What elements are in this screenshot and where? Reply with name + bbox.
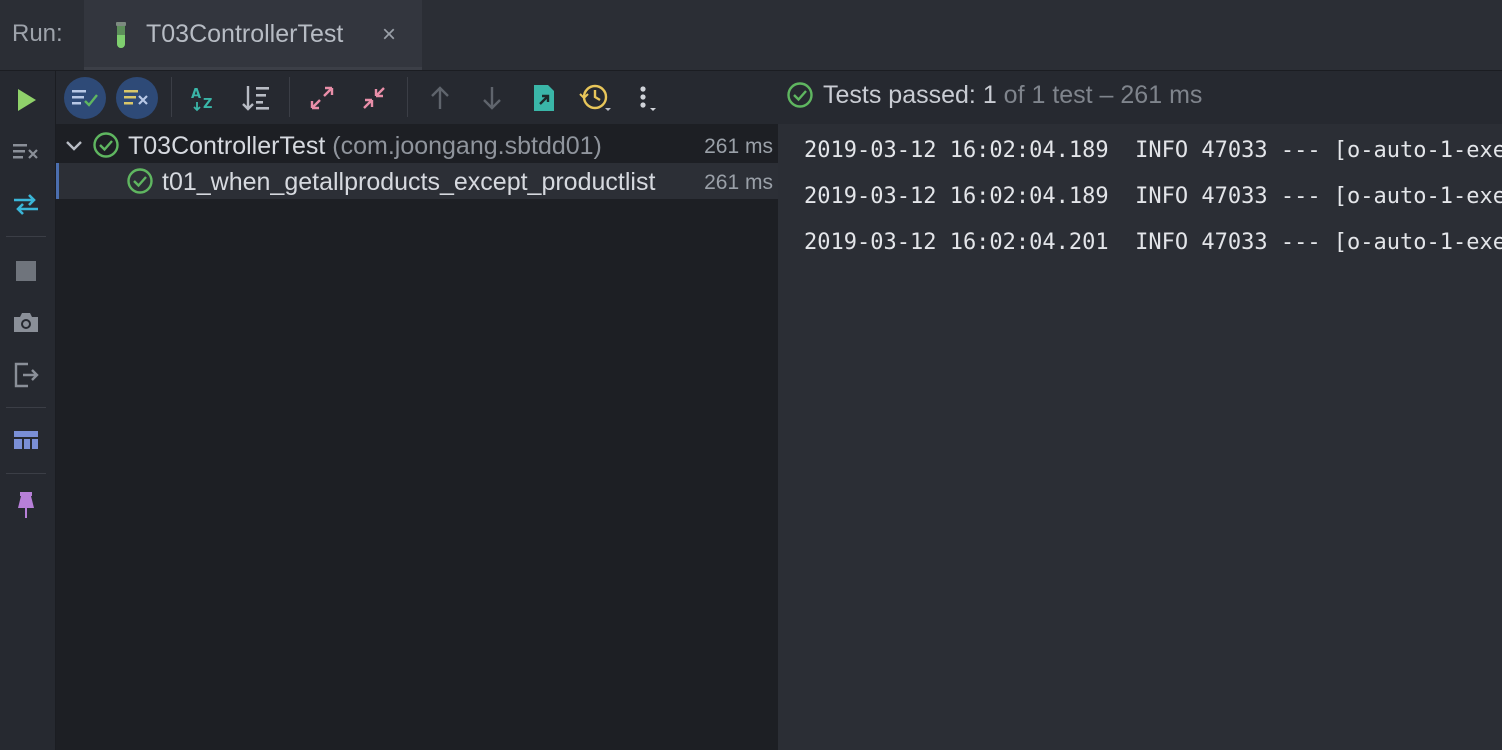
- rerun-failed-icon[interactable]: [11, 137, 41, 167]
- root-test-package: (com.joongang.sbtdd01): [332, 132, 602, 160]
- test-tree-toolbar: A Z: [56, 71, 778, 124]
- root-test-name: T03ControllerTest: [128, 132, 326, 160]
- tree-row-root[interactable]: T03ControllerTest (com.joongang.sbtdd01)…: [56, 127, 778, 163]
- passed-label: Tests passed:: [823, 81, 976, 109]
- test-tube-icon: [116, 22, 126, 48]
- toggle-auto-test-icon[interactable]: [11, 189, 41, 219]
- sort-alpha-icon[interactable]: A Z: [183, 77, 225, 119]
- pin-icon[interactable]: [11, 490, 41, 520]
- camera-icon[interactable]: [11, 307, 41, 337]
- run-tool-window-header: Run: T03ControllerTest ×: [0, 0, 1502, 71]
- test-tree: T03ControllerTest (com.joongang.sbtdd01)…: [56, 124, 778, 750]
- tab-title: T03ControllerTest: [146, 20, 344, 48]
- test-passed-icon: [93, 132, 119, 158]
- console-line: 2019-03-12 16:02:04.189 INFO 47033 --- […: [804, 184, 1502, 209]
- test-passed-icon: [127, 168, 153, 194]
- collapse-all-icon[interactable]: [353, 77, 395, 119]
- passed-total: of 1 test – 261 ms: [1003, 81, 1203, 109]
- console-output[interactable]: 2019-03-12 16:02:04.189 INFO 47033 --- […: [778, 124, 1502, 750]
- close-icon[interactable]: ×: [382, 22, 396, 48]
- svg-text:A: A: [191, 87, 201, 102]
- console-line: 2019-03-12 16:02:04.189 INFO 47033 --- […: [804, 138, 1502, 163]
- export-icon[interactable]: [523, 77, 565, 119]
- show-ignored-icon[interactable]: [116, 77, 158, 119]
- chevron-down-icon[interactable]: [65, 139, 83, 153]
- expand-all-icon[interactable]: [301, 77, 343, 119]
- test-method-name: t01_when_getallproducts_except_productli…: [162, 168, 656, 196]
- tab-t03controllertest[interactable]: T03ControllerTest ×: [84, 0, 422, 70]
- svg-text:Z: Z: [203, 97, 212, 112]
- root-test-time: 261 ms: [700, 135, 773, 159]
- passed-count: 1: [982, 81, 997, 109]
- more-icon[interactable]: [627, 77, 669, 119]
- left-toolbar: [0, 71, 56, 750]
- test-method-time: 261 ms: [700, 171, 773, 195]
- layout-icon[interactable]: [11, 425, 41, 455]
- console-line: 2019-03-12 16:02:04.201 INFO 47033 --- […: [804, 230, 1502, 255]
- test-status-bar: Tests passed: 1 of 1 test – 261 ms: [778, 71, 1502, 124]
- tests-passed-icon: [787, 82, 813, 108]
- run-icon[interactable]: [11, 85, 41, 115]
- history-icon[interactable]: [575, 77, 617, 119]
- stop-icon[interactable]: [11, 256, 41, 286]
- exit-icon[interactable]: [11, 360, 41, 390]
- next-failed-icon[interactable]: [471, 77, 513, 119]
- prev-failed-icon[interactable]: [419, 77, 461, 119]
- tree-row-test[interactable]: t01_when_getallproducts_except_productli…: [56, 163, 778, 199]
- run-label: Run:: [12, 20, 63, 47]
- sort-duration-icon[interactable]: [235, 77, 277, 119]
- show-passed-icon[interactable]: [64, 77, 106, 119]
- tests-passed-summary: Tests passed: 1 of 1 test – 261 ms: [823, 81, 1202, 110]
